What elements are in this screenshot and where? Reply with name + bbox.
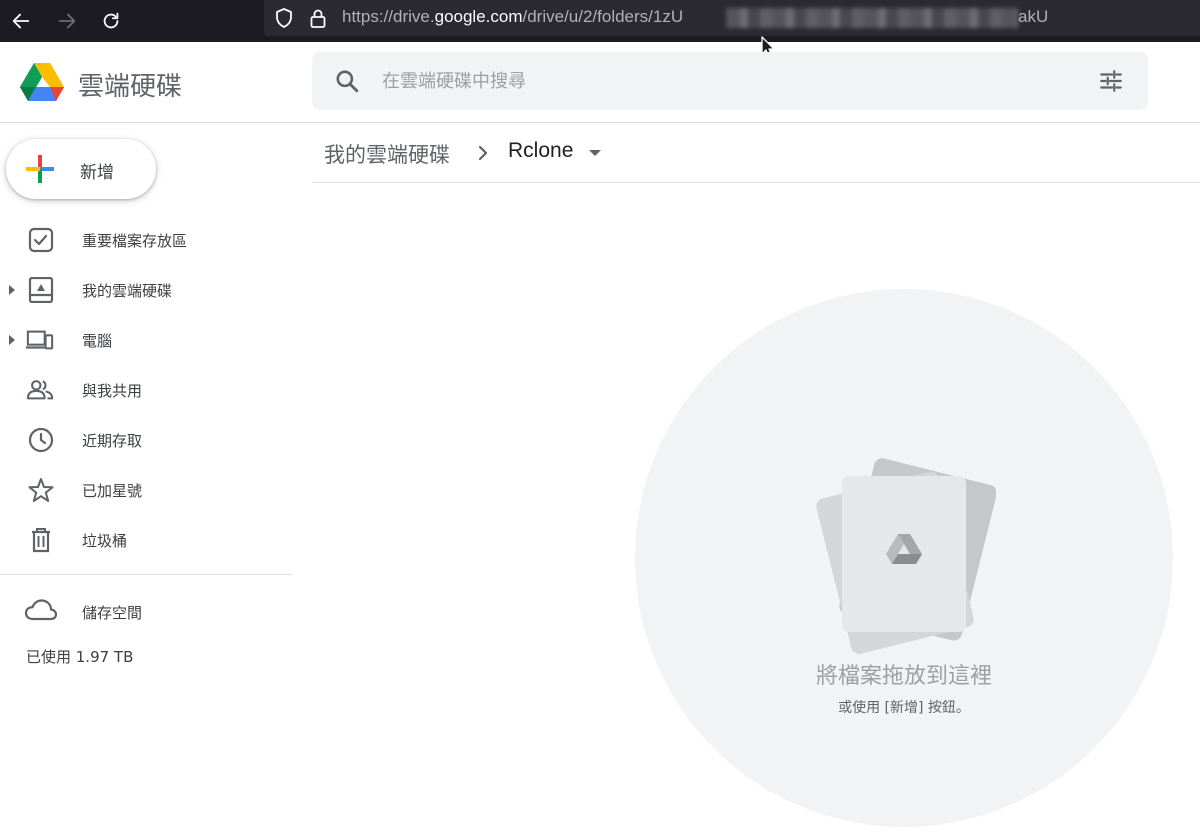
app-header: 雲端硬碟 [0, 42, 1200, 123]
star-icon [28, 478, 54, 502]
sidebar-item-label: 垃圾桶 [82, 532, 128, 550]
sidebar-item-label: 已加星號 [82, 482, 143, 500]
reload-icon [103, 12, 119, 29]
expand-caret-icon[interactable] [8, 283, 16, 297]
sidebar-item-recent[interactable]: 近期存取 [0, 415, 300, 465]
expand-caret-icon[interactable] [8, 333, 16, 347]
breadcrumb-my-drive[interactable]: 我的雲端硬碟 [324, 139, 450, 169]
chevron-down-icon[interactable] [588, 148, 602, 158]
url-redacted-segment [726, 8, 1018, 28]
sidebar-item-label: 近期存取 [82, 432, 143, 450]
search-options-icon[interactable] [1098, 68, 1124, 94]
sidebar-item-label: 電腦 [82, 332, 113, 350]
priority-check-icon [28, 227, 54, 253]
url-suffix: akU [1018, 7, 1049, 26]
url-prefix: https://drive. [342, 7, 435, 26]
storage-usage-text: 已使用 1.97 TB [26, 648, 134, 666]
sidebar-item-label: 與我共用 [82, 382, 143, 400]
sidebar-item-trash[interactable]: 垃圾桶 [0, 515, 300, 565]
my-drive-icon [28, 277, 54, 303]
url-domain: google.com [434, 7, 523, 26]
sidebar-divider [0, 574, 292, 575]
url-bar[interactable]: https://drive.google.com/drive/u/2/folde… [264, 0, 1200, 36]
sidebar-item-storage[interactable]: 儲存空間 [0, 589, 300, 633]
back-button[interactable] [6, 6, 36, 36]
sidebar-item-label: 重要檔案存放區 [82, 232, 188, 250]
drop-zone-subtitle: 或使用 [新增] 按鈕。 [838, 700, 970, 716]
drop-zone-title: 將檔案拖放到這裡 [815, 664, 992, 689]
clock-icon [28, 427, 54, 453]
sidebar-item-shared[interactable]: 與我共用 [0, 365, 300, 415]
sidebar-item-starred[interactable]: 已加星號 [0, 465, 300, 515]
app-title[interactable]: 雲端硬碟 [78, 66, 182, 103]
reload-button[interactable] [96, 6, 126, 36]
shared-people-icon [26, 380, 54, 400]
forward-arrow-icon [58, 13, 76, 29]
new-button[interactable]: 新增 [6, 139, 156, 199]
computers-icon [26, 330, 54, 350]
browser-toolbar: https://drive.google.com/drive/u/2/folde… [0, 0, 1200, 42]
storage-label: 儲存空間 [82, 604, 143, 622]
search-icon[interactable] [334, 68, 360, 94]
url-text[interactable]: https://drive.google.com/drive/u/2/folde… [342, 7, 683, 27]
chevron-right-icon [478, 145, 488, 161]
sidebar-item-computers[interactable]: 電腦 [0, 315, 300, 365]
back-arrow-icon [12, 13, 30, 29]
breadcrumb: 我的雲端硬碟 Rclone [312, 123, 1200, 183]
cloud-icon [24, 599, 58, 621]
breadcrumb-current-folder[interactable]: Rclone [508, 139, 573, 163]
sidebar-item-priority[interactable]: 重要檔案存放區 [0, 215, 300, 265]
sidebar: 新增 重要檔案存放區 我的雲端硬碟 電腦 與我共用 近期存取 已加星號 垃圾桶 … [0, 123, 300, 834]
search-bar[interactable] [312, 52, 1148, 110]
sidebar-nav: 重要檔案存放區 我的雲端硬碟 電腦 與我共用 近期存取 已加星號 垃圾桶 [0, 215, 300, 565]
lock-icon[interactable] [308, 7, 328, 29]
forward-button[interactable] [52, 6, 82, 36]
sidebar-item-my-drive[interactable]: 我的雲端硬碟 [0, 265, 300, 315]
new-button-label: 新增 [80, 163, 114, 183]
google-drive-logo-icon[interactable] [18, 60, 66, 104]
plus-icon [26, 155, 54, 183]
search-input[interactable] [382, 66, 1062, 96]
empty-folder-illustration-icon [816, 458, 996, 654]
sidebar-item-label: 我的雲端硬碟 [82, 282, 173, 300]
url-path: /drive/u/2/folders/1zU [522, 7, 684, 26]
shield-icon[interactable] [274, 7, 294, 29]
trash-icon [32, 528, 50, 553]
